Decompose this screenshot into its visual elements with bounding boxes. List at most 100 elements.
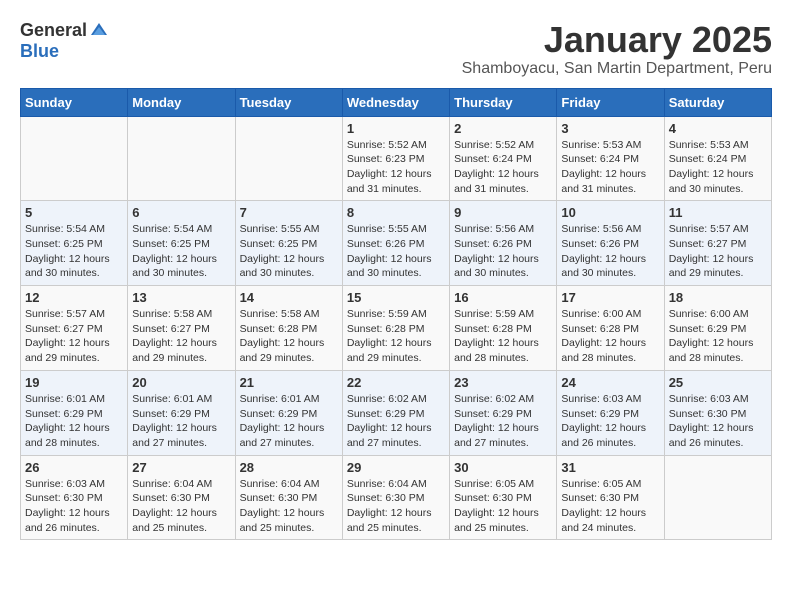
day-cell: [21, 116, 128, 201]
day-cell: 21 Sunrise: 6:01 AM Sunset: 6:29 PM Dayli…: [235, 370, 342, 455]
day-header-wednesday: Wednesday: [342, 88, 449, 116]
day-cell: 26 Sunrise: 6:03 AM Sunset: 6:30 PM Dayli…: [21, 455, 128, 540]
day-info: Sunrise: 6:03 AM Sunset: 6:29 PM Dayligh…: [561, 392, 659, 451]
day-cell: 8Sunrise: 5:55 AM Sunset: 6:26 PM Daylig…: [342, 201, 449, 286]
day-number: 6: [132, 205, 230, 220]
day-info: Sunrise: 5:54 AM Sunset: 6:25 PM Dayligh…: [132, 222, 230, 281]
day-cell: 19 Sunrise: 6:01 AM Sunset: 6:29 PM Dayli…: [21, 370, 128, 455]
day-header-sunday: Sunday: [21, 88, 128, 116]
day-info: Sunrise: 5:52 AM Sunset: 6:24 PM Dayligh…: [454, 138, 552, 197]
day-cell: 27 Sunrise: 6:04 AM Sunset: 6:30 PM Dayli…: [128, 455, 235, 540]
day-number: 14: [240, 290, 338, 305]
day-info: Sunrise: 6:04 AM Sunset: 6:30 PM Dayligh…: [240, 477, 338, 536]
day-header-friday: Friday: [557, 88, 664, 116]
day-cell: 14 Sunrise: 5:58 AM Sunset: 6:28 PM Dayli…: [235, 286, 342, 371]
day-cell: 4Sunrise: 5:53 AM Sunset: 6:24 PM Daylig…: [664, 116, 771, 201]
day-number: 21: [240, 375, 338, 390]
day-number: 13: [132, 290, 230, 305]
day-cell: 16 Sunrise: 5:59 AM Sunset: 6:28 PM Dayli…: [450, 286, 557, 371]
day-cell: 2 Sunrise: 5:52 AM Sunset: 6:24 PM Daylig…: [450, 116, 557, 201]
day-header-tuesday: Tuesday: [235, 88, 342, 116]
day-info: Sunrise: 5:57 AM Sunset: 6:27 PM Dayligh…: [669, 222, 767, 281]
day-info: Sunrise: 5:57 AM Sunset: 6:27 PM Dayligh…: [25, 307, 123, 366]
day-info: Sunrise: 6:04 AM Sunset: 6:30 PM Dayligh…: [132, 477, 230, 536]
location-subtitle: Shamboyacu, San Martin Department, Peru: [462, 60, 772, 78]
day-cell: 31 Sunrise: 6:05 AM Sunset: 6:30 PM Dayli…: [557, 455, 664, 540]
day-number: 5: [25, 205, 123, 220]
day-cell: 30 Sunrise: 6:05 AM Sunset: 6:30 PM Dayli…: [450, 455, 557, 540]
day-info: Sunrise: 6:01 AM Sunset: 6:29 PM Dayligh…: [25, 392, 123, 451]
day-cell: 13 Sunrise: 5:58 AM Sunset: 6:27 PM Dayli…: [128, 286, 235, 371]
day-info: Sunrise: 6:02 AM Sunset: 6:29 PM Dayligh…: [347, 392, 445, 451]
day-number: 7: [240, 205, 338, 220]
day-info: Sunrise: 5:56 AM Sunset: 6:26 PM Dayligh…: [561, 222, 659, 281]
day-cell: 22 Sunrise: 6:02 AM Sunset: 6:29 PM Dayli…: [342, 370, 449, 455]
day-number: 10: [561, 205, 659, 220]
month-title: January 2025: [462, 20, 772, 60]
logo-general: General: [20, 20, 87, 41]
day-cell: 10 Sunrise: 5:56 AM Sunset: 6:26 PM Dayli…: [557, 201, 664, 286]
day-cell: 23 Sunrise: 6:02 AM Sunset: 6:29 PM Dayli…: [450, 370, 557, 455]
day-cell: 3Sunrise: 5:53 AM Sunset: 6:24 PM Daylig…: [557, 116, 664, 201]
calendar-table: SundayMondayTuesdayWednesdayThursdayFrid…: [20, 88, 772, 541]
day-number: 15: [347, 290, 445, 305]
day-cell: [664, 455, 771, 540]
week-row-4: 19 Sunrise: 6:01 AM Sunset: 6:29 PM Dayli…: [21, 370, 772, 455]
title-section: January 2025 Shamboyacu, San Martin Depa…: [462, 20, 772, 78]
day-info: Sunrise: 6:05 AM Sunset: 6:30 PM Dayligh…: [454, 477, 552, 536]
day-cell: 29Sunrise: 6:04 AM Sunset: 6:30 PM Dayli…: [342, 455, 449, 540]
page-header: General Blue January 2025 Shamboyacu, Sa…: [20, 20, 772, 78]
day-cell: 6 Sunrise: 5:54 AM Sunset: 6:25 PM Daylig…: [128, 201, 235, 286]
day-cell: 20Sunrise: 6:01 AM Sunset: 6:29 PM Dayli…: [128, 370, 235, 455]
day-info: Sunrise: 6:02 AM Sunset: 6:29 PM Dayligh…: [454, 392, 552, 451]
day-number: 27: [132, 460, 230, 475]
day-info: Sunrise: 6:03 AM Sunset: 6:30 PM Dayligh…: [25, 477, 123, 536]
day-number: 24: [561, 375, 659, 390]
day-cell: 7 Sunrise: 5:55 AM Sunset: 6:25 PM Daylig…: [235, 201, 342, 286]
week-row-3: 12Sunrise: 5:57 AM Sunset: 6:27 PM Dayli…: [21, 286, 772, 371]
day-info: Sunrise: 6:01 AM Sunset: 6:29 PM Dayligh…: [240, 392, 338, 451]
day-header-thursday: Thursday: [450, 88, 557, 116]
day-info: Sunrise: 5:59 AM Sunset: 6:28 PM Dayligh…: [454, 307, 552, 366]
day-cell: 17 Sunrise: 6:00 AM Sunset: 6:28 PM Dayli…: [557, 286, 664, 371]
day-number: 18: [669, 290, 767, 305]
day-info: Sunrise: 5:59 AM Sunset: 6:28 PM Dayligh…: [347, 307, 445, 366]
day-cell: 9Sunrise: 5:56 AM Sunset: 6:26 PM Daylig…: [450, 201, 557, 286]
day-cell: 25Sunrise: 6:03 AM Sunset: 6:30 PM Dayli…: [664, 370, 771, 455]
day-number: 17: [561, 290, 659, 305]
logo-icon: [89, 21, 109, 41]
day-cell: 15 Sunrise: 5:59 AM Sunset: 6:28 PM Dayli…: [342, 286, 449, 371]
day-info: Sunrise: 5:55 AM Sunset: 6:25 PM Dayligh…: [240, 222, 338, 281]
day-number: 22: [347, 375, 445, 390]
day-number: 1: [347, 121, 445, 136]
day-number: 11: [669, 205, 767, 220]
day-cell: 1 Sunrise: 5:52 AM Sunset: 6:23 PM Daylig…: [342, 116, 449, 201]
day-info: Sunrise: 5:53 AM Sunset: 6:24 PM Dayligh…: [561, 138, 659, 197]
day-number: 25: [669, 375, 767, 390]
day-cell: 24 Sunrise: 6:03 AM Sunset: 6:29 PM Dayli…: [557, 370, 664, 455]
day-info: Sunrise: 5:52 AM Sunset: 6:23 PM Dayligh…: [347, 138, 445, 197]
day-info: Sunrise: 6:00 AM Sunset: 6:28 PM Dayligh…: [561, 307, 659, 366]
day-number: 20: [132, 375, 230, 390]
day-cell: 5Sunrise: 5:54 AM Sunset: 6:25 PM Daylig…: [21, 201, 128, 286]
day-number: 23: [454, 375, 552, 390]
day-number: 26: [25, 460, 123, 475]
day-cell: 11 Sunrise: 5:57 AM Sunset: 6:27 PM Dayli…: [664, 201, 771, 286]
day-info: Sunrise: 6:00 AM Sunset: 6:29 PM Dayligh…: [669, 307, 767, 366]
day-number: 31: [561, 460, 659, 475]
day-number: 30: [454, 460, 552, 475]
day-info: Sunrise: 6:05 AM Sunset: 6:30 PM Dayligh…: [561, 477, 659, 536]
logo: General Blue: [20, 20, 109, 62]
day-info: Sunrise: 5:58 AM Sunset: 6:28 PM Dayligh…: [240, 307, 338, 366]
day-info: Sunrise: 5:58 AM Sunset: 6:27 PM Dayligh…: [132, 307, 230, 366]
logo-blue: Blue: [20, 41, 59, 62]
day-number: 29: [347, 460, 445, 475]
day-number: 28: [240, 460, 338, 475]
day-number: 19: [25, 375, 123, 390]
day-number: 2: [454, 121, 552, 136]
day-header-monday: Monday: [128, 88, 235, 116]
day-info: Sunrise: 5:53 AM Sunset: 6:24 PM Dayligh…: [669, 138, 767, 197]
header-row: SundayMondayTuesdayWednesdayThursdayFrid…: [21, 88, 772, 116]
day-number: 16: [454, 290, 552, 305]
day-cell: 12Sunrise: 5:57 AM Sunset: 6:27 PM Dayli…: [21, 286, 128, 371]
